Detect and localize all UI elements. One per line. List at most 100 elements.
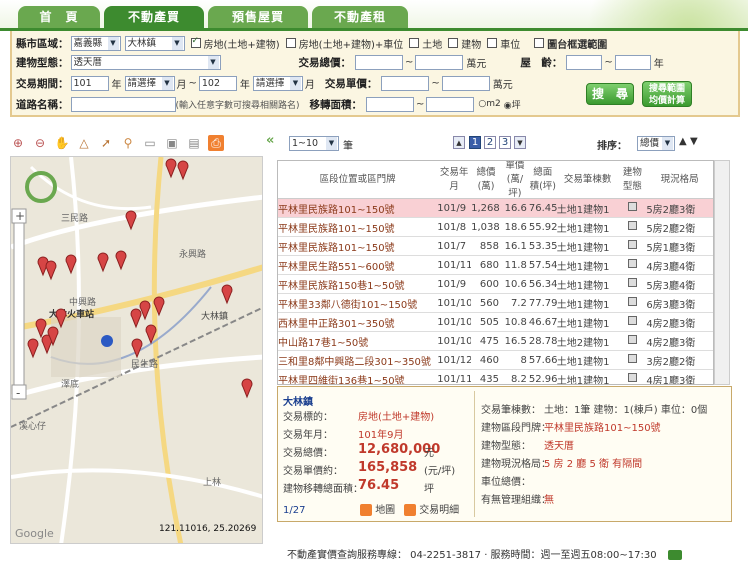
search-row-3: 交易期間： 101 年 請選擇 月 ~ 102 年 請選擇 月 交易單價： ~ … <box>16 74 513 92</box>
col-unit-price[interactable]: 單價(萬/坪) <box>501 161 529 199</box>
table-cell: 18.6 <box>504 221 527 233</box>
col-date[interactable]: 交易年月 <box>437 161 471 198</box>
to-year-input[interactable]: 102 <box>198 75 237 91</box>
road-input[interactable] <box>70 96 176 112</box>
rows-per-page-select[interactable]: 1~10 <box>289 136 339 151</box>
table-row[interactable]: 平林里民族路150巷1~50號 101/9 600 10.6 56.34 土地1建物1 5房… <box>278 275 713 294</box>
age-unit: 年 <box>653 58 664 70</box>
table-cell: 55.92 <box>528 221 557 233</box>
table-cell: 3房2廳2衛 <box>646 356 696 368</box>
table-cell: 三和里8鄰中興路二段301~350號 <box>278 356 431 368</box>
next-page-icon[interactable]: ▼ <box>514 136 526 149</box>
pan-hand-icon[interactable]: ✋ <box>54 135 70 151</box>
zoom-in-icon[interactable]: ⊕ <box>10 135 26 151</box>
unit-price-max-input[interactable] <box>441 75 490 91</box>
detail-layout-value: 5 房 2 廳 5 衛 有隔間 <box>544 459 643 470</box>
age-min-input[interactable] <box>566 54 603 70</box>
table-row[interactable]: 西林里中正路301~350號 101/10 505 10.8 46.67 土地1建物1 4房… <box>278 313 713 332</box>
from-year-input[interactable]: 101 <box>70 75 109 91</box>
detail-counter: 1/27 <box>283 505 306 516</box>
page-3[interactable]: 3 <box>499 136 511 149</box>
building-type-select[interactable]: 透天厝 <box>70 54 221 70</box>
collapse-panel-icon[interactable]: « <box>266 133 278 151</box>
to-month-select[interactable]: 請選擇 <box>252 75 303 91</box>
map-link[interactable]: 地圖 <box>360 501 395 516</box>
col-total[interactable]: 總價(萬) <box>471 161 501 198</box>
table-row[interactable]: 平林里民族路101~150號 101/8 1,038 18.6 55.92 土地1建物1 5… <box>278 218 713 237</box>
county-select[interactable]: 嘉義縣 <box>70 35 121 51</box>
table-cell: 11.8 <box>504 259 527 271</box>
zoom-out-icon[interactable]: ⊖ <box>32 135 48 151</box>
tx-detail-link[interactable]: 交易明細 <box>404 501 459 516</box>
unit-m2-radio[interactable]: ○m2 <box>478 99 500 109</box>
table-row[interactable]: 平林里民生路551~600號 101/11 680 11.8 57.54 土地1建物1 4房… <box>278 256 713 275</box>
building-type-label: 建物型態： <box>16 56 69 69</box>
area-label: 移轉面積： <box>309 98 363 111</box>
from-month-select[interactable]: 請選擇 <box>124 75 175 91</box>
detail-unit-value: 165,858 <box>358 460 418 475</box>
sort-asc-icon[interactable]: ▲ <box>679 136 687 147</box>
table-row[interactable]: 平林里民族路101~150號 101/9 1,268 16.6 76.45 土地1建物1 5… <box>278 199 713 218</box>
detail-target-value: 房地(土地+建物) <box>358 412 435 423</box>
tab-real-estate-sale[interactable]: 不動產買賣 <box>104 6 204 46</box>
table-cell: 52.96 <box>528 373 557 385</box>
prev-page-icon[interactable]: ▲ <box>453 136 465 149</box>
age-max-input[interactable] <box>614 54 651 70</box>
table-row[interactable]: 平林里33鄰八德街101~150號 101/10 560 7.2 77.79 土地1建物1… <box>278 294 713 313</box>
marker-tool-icon[interactable]: ⚲ <box>120 135 136 151</box>
table-row[interactable]: 平林里四維街136巷1~50號 101/11 435 8.2 52.96 土地1建物1 4房… <box>278 370 713 385</box>
photo-icon <box>618 259 646 271</box>
layer-icon[interactable]: ▤ <box>186 135 202 151</box>
type-checkbox-house-land[interactable] <box>190 36 201 48</box>
map-label-shanglin: 上林 <box>203 476 221 488</box>
polygon-icon[interactable]: △ <box>76 135 92 151</box>
table-cell: 平林里民族路101~150號 <box>278 204 395 216</box>
footer-text: 不動產實價查詢服務專線： 04-2251-3817 · 服務時間：週一至週五08… <box>287 550 657 561</box>
detail-count-label: 交易筆棟數： <box>481 405 541 416</box>
map-select-checkbox[interactable] <box>534 38 545 48</box>
type-checkbox-building[interactable] <box>448 38 459 48</box>
print-icon[interactable]: ⎙ <box>208 135 224 151</box>
month-unit: 月 <box>304 79 315 91</box>
page-1[interactable]: 1 <box>469 136 481 149</box>
tilde: ~ <box>188 77 197 89</box>
sort-select[interactable]: 總價 <box>637 136 675 151</box>
rectangle-select-icon[interactable]: ▭ <box>142 135 158 151</box>
type-checkbox-house-parking[interactable] <box>285 38 296 48</box>
detail-address-label: 建物區段門牌： <box>481 423 551 434</box>
table-cell: 5房2廳3衛 <box>646 204 696 216</box>
search-button[interactable]: 搜 尋 <box>586 83 634 105</box>
unit-price-min-input[interactable] <box>381 75 430 91</box>
table-row[interactable]: 三和里8鄰中興路二段301~350號 101/12 460 8 57.66 土地1建物1 3… <box>278 351 713 370</box>
col-area[interactable]: 總面積(坪) <box>529 161 557 198</box>
total-price-max-input[interactable] <box>415 54 464 70</box>
mail-icon[interactable] <box>667 550 682 560</box>
table-row[interactable]: 中山路17巷1~50號 101/10 475 16.5 28.78 土地2建物1 4房2廳3… <box>278 332 713 351</box>
col-layout[interactable]: 現況格局 <box>646 161 713 198</box>
page-2[interactable]: 2 <box>484 136 496 149</box>
col-count[interactable]: 交易筆棟數 <box>557 161 619 198</box>
town-select[interactable]: 大林鎮 <box>124 35 185 51</box>
select-arrow-icon[interactable]: ➚ <box>98 135 114 151</box>
tab-home[interactable]: 首 頁 <box>18 6 100 28</box>
tab-rental[interactable]: 不動產租賃 <box>312 6 408 46</box>
total-price-min-input[interactable] <box>355 54 403 70</box>
table-cell: 1,038 <box>471 221 500 233</box>
area-min-input[interactable] <box>366 96 415 112</box>
col-address[interactable]: 區段位置或區門牌 <box>278 161 437 198</box>
table-cell: 平林里四維街136巷1~50號 <box>278 375 405 385</box>
clear-select-icon[interactable]: ▣ <box>164 135 180 151</box>
map-view[interactable]: + - 三民路 大林火車站 中興路 大林鎮 民生路 澤底 溪心仔 上林 永興路 … <box>10 156 263 544</box>
unit-ping-radio[interactable]: ◉坪 <box>504 98 521 111</box>
sort-desc-icon[interactable]: ▼ <box>690 136 698 147</box>
map-label-town: 大林鎮 <box>201 310 228 322</box>
type-checkbox-land[interactable] <box>409 38 420 48</box>
type-checkbox-parking[interactable] <box>487 38 498 48</box>
table-row[interactable]: 平林里民族路101~150號 101/7 858 16.1 53.35 土地1建物1 5房1… <box>278 237 713 256</box>
tab-presale[interactable]: 預售屋買賣 <box>208 6 308 46</box>
range-average-button[interactable]: 搜尋範圍 均價計算 <box>642 81 692 107</box>
col-type[interactable]: 建物型態 <box>618 161 646 198</box>
table-scrollbar[interactable] <box>714 160 730 385</box>
area-max-input[interactable] <box>426 96 475 112</box>
table-cell: 6房3廳3衛 <box>646 299 696 311</box>
